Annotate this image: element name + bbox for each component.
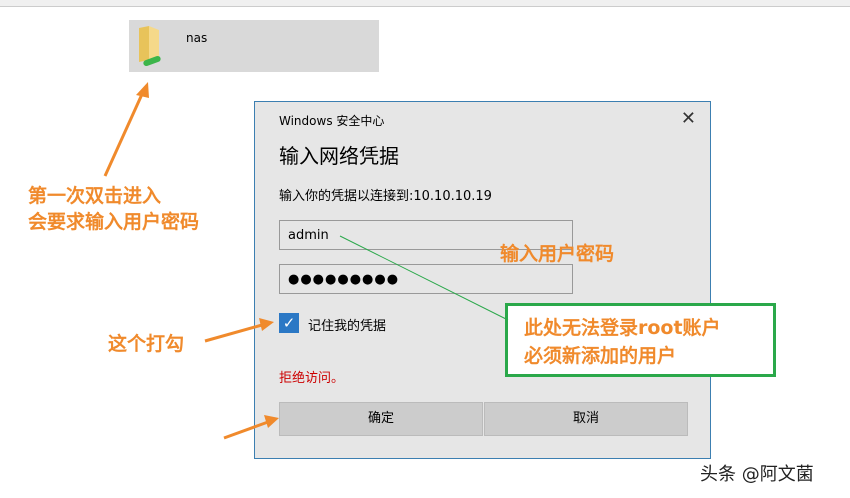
watermark: 头条 @阿文菌 xyxy=(700,464,814,485)
annotation-arrows xyxy=(103,82,509,440)
